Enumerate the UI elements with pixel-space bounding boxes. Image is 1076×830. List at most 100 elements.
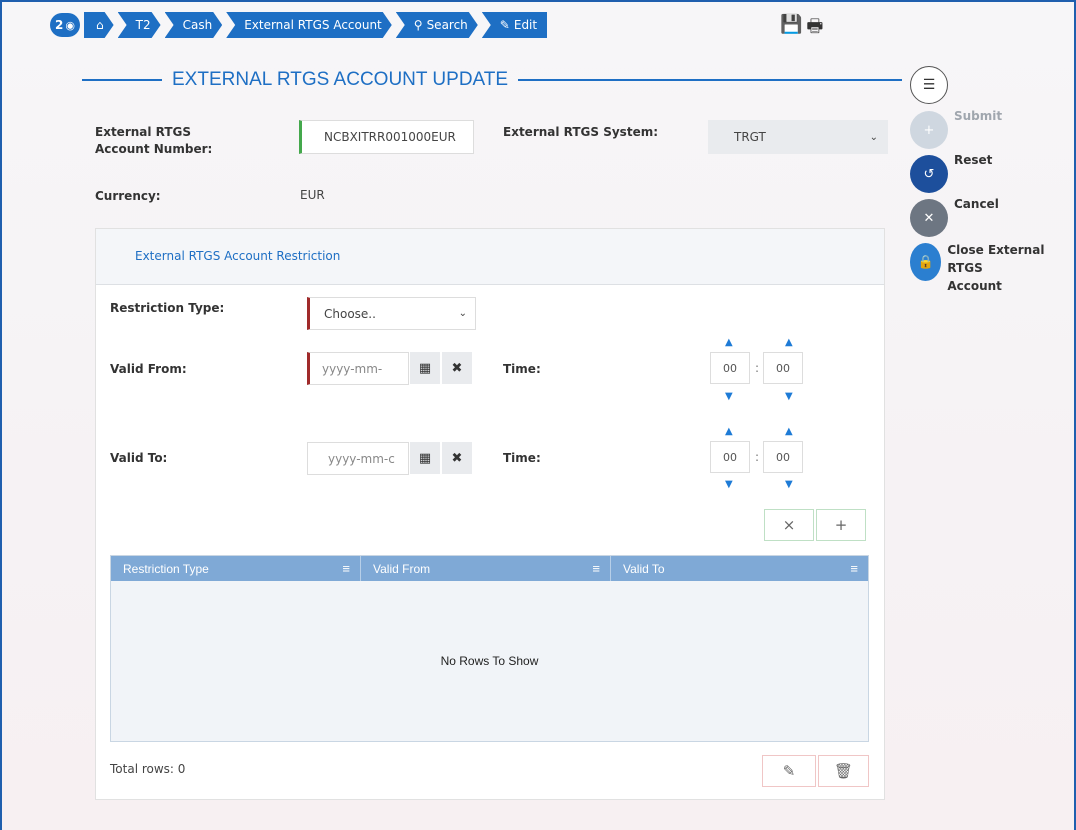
title-divider <box>82 79 162 81</box>
breadcrumb-cash[interactable]: Cash <box>165 12 223 38</box>
close-icon: ✕ <box>910 199 948 237</box>
valid-to-label: Valid To: <box>110 451 168 465</box>
grid-column-valid-from[interactable]: Valid From ≡ <box>361 556 611 581</box>
restriction-type-select[interactable]: Choose.. ⌄ <box>307 297 476 330</box>
save-icon[interactable]: 💾 <box>780 14 802 44</box>
column-label: Valid From <box>373 561 431 576</box>
chevron-down-icon: ⌄ <box>869 131 878 143</box>
close-account-label-line1: Close External RTGS <box>947 243 1045 275</box>
edit-icon: ✎ <box>499 18 510 32</box>
clear-date-icon[interactable]: ✖ <box>442 352 472 384</box>
toolbar-icons: 💾 🖶 <box>780 14 823 44</box>
lock-icon: 🔒 <box>910 243 942 281</box>
breadcrumb-label: Search <box>426 18 468 32</box>
breadcrumb-search[interactable]: ⚲ Search <box>396 12 478 38</box>
minute-value: 00 <box>776 450 790 464</box>
clear-date-icon[interactable]: ✖ <box>442 442 472 474</box>
breadcrumb-label: T2 <box>135 18 151 32</box>
hour-value: 00 <box>723 450 737 464</box>
trash-icon: 🗑 <box>833 762 854 780</box>
page-title-bar: EXTERNAL RTGS ACCOUNT UPDATE <box>82 69 902 90</box>
print-icon[interactable]: 🖶 <box>806 14 823 44</box>
chevron-down-icon[interactable]: ▼ <box>725 391 733 402</box>
chevron-down-icon[interactable]: ▼ <box>785 391 793 402</box>
cancel-label: Cancel <box>954 197 999 211</box>
system-value: TRGT <box>734 130 766 144</box>
plus-icon: + <box>910 111 948 149</box>
valid-to-hour-input[interactable]: 00 <box>710 441 750 473</box>
chevron-up-icon[interactable]: ▲ <box>725 426 733 437</box>
delete-row-button[interactable]: 🗑 <box>818 755 869 787</box>
currency-value: EUR <box>300 188 325 202</box>
account-number-value: NCBXITRR001000EUR <box>324 130 456 144</box>
chevron-up-icon[interactable]: ▲ <box>725 337 733 348</box>
eye-icon: ◉ <box>65 18 75 32</box>
chevron-up-icon[interactable]: ▲ <box>785 337 793 348</box>
valid-from-hour-input[interactable]: 00 <box>710 352 750 384</box>
app-frame: 2 ◉ ⌂ T2 Cash External RTGS Account ⚲ Sear… <box>0 0 1076 830</box>
restriction-panel-title[interactable]: External RTGS Account Restriction <box>135 249 340 263</box>
valid-from-date-input[interactable]: yyyy-mm- <box>307 352 409 385</box>
tab-counter-badge[interactable]: 2 ◉ <box>50 13 80 37</box>
menu-icon[interactable]: ≡ <box>850 561 858 576</box>
valid-to-date-input[interactable]: yyyy-mm-c <box>307 442 409 475</box>
account-number-label: External RTGS Account Number: <box>95 125 213 156</box>
valid-from-placeholder: yyyy-mm- <box>322 361 383 376</box>
calendar-icon[interactable]: ▦ <box>410 352 440 384</box>
account-number-field[interactable]: NCBXITRR001000EUR <box>299 120 474 154</box>
valid-from-minute-input[interactable]: 00 <box>763 352 803 384</box>
grid-empty-message: No Rows To Show <box>440 654 539 668</box>
page-title: EXTERNAL RTGS ACCOUNT UPDATE <box>172 69 509 90</box>
submit-button[interactable]: + Submit <box>910 109 1002 149</box>
clear-restriction-button[interactable]: × <box>764 509 814 541</box>
time-separator: : <box>755 450 760 464</box>
total-rows: Total rows: 0 <box>110 762 186 776</box>
calendar-icon[interactable]: ▦ <box>410 442 440 474</box>
grid-column-restriction-type[interactable]: Restriction Type ≡ <box>111 556 361 581</box>
pencil-icon: ✎ <box>782 762 796 780</box>
valid-from-label: Valid From: <box>110 362 187 376</box>
valid-from-time-label: Time: <box>503 362 541 376</box>
actions-menu[interactable]: ☰ <box>910 66 948 104</box>
currency-label: Currency: <box>95 189 161 203</box>
chevron-down-icon: ⌄ <box>458 308 467 319</box>
reset-label: Reset <box>954 153 993 167</box>
breadcrumb-external-rtgs-account[interactable]: External RTGS Account <box>226 12 392 38</box>
menu-icon[interactable]: ≡ <box>342 561 350 576</box>
grid-column-valid-to[interactable]: Valid To ≡ <box>611 556 868 581</box>
breadcrumb: 2 ◉ ⌂ T2 Cash External RTGS Account ⚲ Sear… <box>50 12 551 38</box>
time-separator: : <box>755 361 760 375</box>
edit-row-button[interactable]: ✎ <box>762 755 816 787</box>
restriction-type-label: Restriction Type: <box>110 301 225 315</box>
close-account-button[interactable]: 🔒 Close External RTGS Account <box>910 243 1060 295</box>
restriction-panel-header: External RTGS Account Restriction <box>96 229 884 285</box>
valid-to-minute-input[interactable]: 00 <box>763 441 803 473</box>
minute-value: 00 <box>776 361 790 375</box>
page: 2 ◉ ⌂ T2 Cash External RTGS Account ⚲ Sear… <box>10 10 1060 830</box>
system-select[interactable]: TRGT ⌄ <box>708 120 888 154</box>
system-label: External RTGS System: <box>503 125 659 139</box>
chevron-down-icon[interactable]: ▼ <box>725 479 733 490</box>
list-menu-icon[interactable]: ☰ <box>910 66 948 104</box>
cancel-button[interactable]: ✕ Cancel <box>910 197 999 237</box>
breadcrumb-label: Edit <box>513 18 538 32</box>
breadcrumb-label: External RTGS Account <box>244 18 382 32</box>
restriction-type-value: Choose.. <box>324 306 376 321</box>
breadcrumb-edit[interactable]: ✎ Edit <box>481 12 548 38</box>
breadcrumb-t2[interactable]: T2 <box>118 12 161 38</box>
add-restriction-button[interactable]: + <box>816 509 866 541</box>
breadcrumb-home[interactable]: ⌂ <box>84 12 114 38</box>
undo-icon: ↺ <box>910 155 948 193</box>
breadcrumb-label: Cash <box>182 18 213 32</box>
reset-button[interactable]: ↺ Reset <box>910 153 992 193</box>
valid-to-placeholder: yyyy-mm-c <box>328 451 395 466</box>
column-label: Restriction Type <box>123 561 209 576</box>
submit-label: Submit <box>954 109 1003 123</box>
chevron-up-icon[interactable]: ▲ <box>785 426 793 437</box>
chevron-down-icon[interactable]: ▼ <box>785 479 793 490</box>
hour-value: 00 <box>723 361 737 375</box>
menu-icon[interactable]: ≡ <box>592 561 600 576</box>
tab-counter: 2 <box>55 18 64 32</box>
home-icon: ⌂ <box>96 18 104 32</box>
column-label: Valid To <box>623 561 665 576</box>
